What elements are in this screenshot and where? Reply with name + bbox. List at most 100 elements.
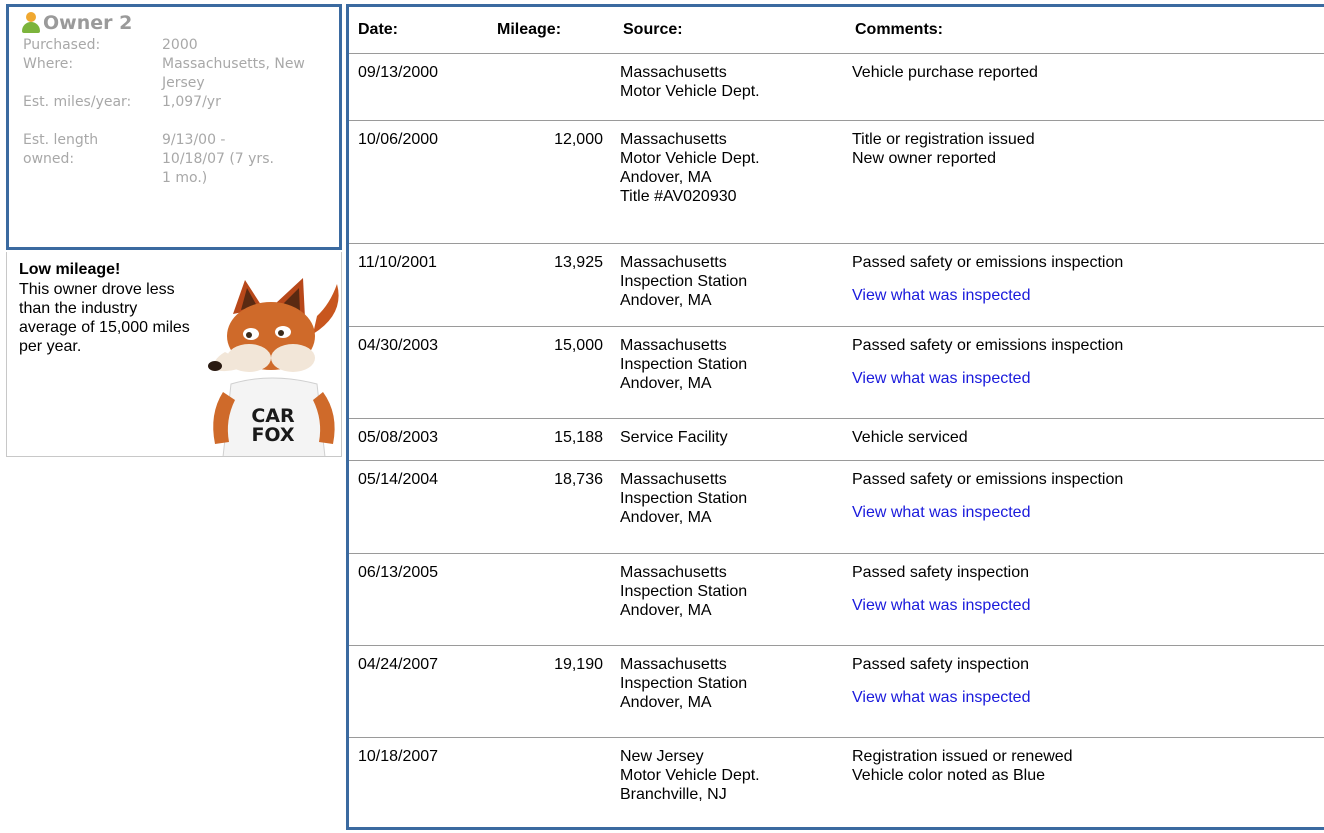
low-mileage-text: This owner drove less than the industry … [19, 281, 190, 355]
source-line: Andover, MA [620, 509, 712, 526]
cell-date: 04/24/2007 [358, 656, 439, 673]
cell-comments: Vehicle purchase reported [852, 63, 1322, 82]
cell-date: 06/13/2005 [358, 564, 439, 581]
source-line: Motor Vehicle Dept. [620, 83, 760, 100]
source-line: Inspection Station [620, 583, 748, 600]
low-mileage-box: Low mileage! This owner drove less than … [6, 252, 342, 457]
comment-line: Passed safety or emissions inspection [852, 337, 1124, 354]
source-line: Title #AV020930 [620, 188, 737, 205]
cell-source: Massachusetts Inspection Station Andover, … [620, 655, 830, 712]
cell-mileage: 12,000 [554, 131, 603, 148]
comment-line: Vehicle color noted as Blue [852, 767, 1046, 784]
table-row: 09/13/2000 Massachusetts Motor Vehicle Dep… [349, 53, 1324, 121]
table-row: 05/08/2003 15,188 Service Facility Vehicle … [349, 418, 1324, 461]
view-inspection-link[interactable]: View what was inspected [852, 503, 1322, 522]
header-comments: Comments: [855, 21, 944, 38]
view-inspection-link[interactable]: View what was inspected [852, 369, 1322, 388]
table-header: Date: Mileage: Source: Comments: [349, 7, 1324, 54]
purchased-value: 2000 [162, 37, 198, 53]
cell-source: Service Facility [620, 428, 830, 447]
source-line: Branchville, NJ [620, 786, 727, 803]
cell-date: 04/30/2003 [358, 337, 439, 354]
source-line: Massachusetts [620, 64, 727, 81]
source-line: Andover, MA [620, 694, 712, 711]
cell-mileage: 15,188 [554, 429, 603, 446]
source-line: Andover, MA [620, 292, 712, 309]
owner-header: Owner 2 [21, 11, 132, 35]
cell-mileage: 18,736 [554, 471, 603, 488]
source-line: Massachusetts [620, 656, 727, 673]
cell-mileage: 19,190 [554, 656, 603, 673]
cell-comments: Title or registration issued New owner re… [852, 130, 1322, 168]
header-date: Date: [358, 21, 399, 38]
table-row: 10/18/2007 New Jersey Motor Vehicle Dept. B… [349, 737, 1324, 833]
est-length-label: Est. length owned: [23, 132, 99, 167]
cell-date: 10/18/2007 [358, 748, 439, 765]
cell-mileage: 13,925 [554, 254, 603, 271]
source-line: Motor Vehicle Dept. [620, 767, 760, 784]
source-line: New Jersey [620, 748, 704, 765]
source-line: Massachusetts [620, 337, 727, 354]
purchased-label: Purchased: [23, 37, 101, 53]
cell-source: Massachusetts Inspection Station Andover, … [620, 253, 830, 310]
source-line: Massachusetts [620, 254, 727, 271]
cell-comments: Registration issued or renewed Vehicle co… [852, 747, 1322, 785]
cell-source: Massachusetts Motor Vehicle Dept. Andover,… [620, 130, 830, 206]
view-inspection-link[interactable]: View what was inspected [852, 688, 1322, 707]
header-mileage: Mileage: [497, 21, 562, 38]
view-inspection-link[interactable]: View what was inspected [852, 596, 1322, 615]
comment-line: Passed safety or emissions inspection [852, 471, 1124, 488]
comment-line: Passed safety inspection [852, 656, 1029, 673]
cell-comments: Passed safety inspection View what was in… [852, 655, 1322, 707]
est-miles-value: 1,097/yr [162, 94, 221, 110]
source-line: Inspection Station [620, 356, 748, 373]
cell-date: 05/08/2003 [358, 429, 439, 446]
est-miles-label: Est. miles/year: [23, 94, 132, 110]
cell-date: 10/06/2000 [358, 131, 439, 148]
cell-date: 05/14/2004 [358, 471, 439, 488]
comment-line: Title or registration issued [852, 131, 1035, 148]
comment-line: Vehicle serviced [852, 429, 968, 446]
source-line: Andover, MA [620, 602, 712, 619]
comment-line: Passed safety inspection [852, 564, 1029, 581]
cell-source: Massachusetts Inspection Station Andover, … [620, 470, 830, 527]
cell-source: Massachusetts Inspection Station Andover, … [620, 563, 830, 620]
table-row: 06/13/2005 Massachusetts Inspection Statio… [349, 553, 1324, 646]
owner-panel: Owner 2 Purchased: 2000 Where: Massachus… [6, 4, 342, 250]
table-row: 11/10/2001 13,925 Massachusetts Inspection … [349, 243, 1324, 327]
source-line: Massachusetts [620, 564, 727, 581]
cell-date: 09/13/2000 [358, 64, 439, 81]
svg-text:FOX: FOX [251, 424, 294, 446]
cell-source: Massachusetts Motor Vehicle Dept. [620, 63, 830, 101]
cell-mileage: 15,000 [554, 337, 603, 354]
owner-title: Owner 2 [43, 12, 133, 34]
cell-date: 11/10/2001 [358, 254, 437, 271]
header-source: Source: [623, 21, 683, 38]
table-row: 04/30/2003 15,000 Massachusetts Inspection … [349, 326, 1324, 419]
source-line: Andover, MA [620, 169, 712, 186]
source-line: Service Facility [620, 429, 728, 446]
cell-source: Massachusetts Inspection Station Andover, … [620, 336, 830, 393]
comment-line: Passed safety or emissions inspection [852, 254, 1124, 271]
carfox-mascot-icon: CAR FOX [208, 278, 339, 456]
cell-comments: Passed safety or emissions inspection Vie… [852, 336, 1322, 388]
est-length-value: 9/13/00 - 10/18/07 (7 yrs. 1 mo.) [162, 132, 274, 186]
source-line: Andover, MA [620, 375, 712, 392]
table-row: 10/06/2000 12,000 Massachusetts Motor Vehic… [349, 120, 1324, 244]
source-line: Massachusetts [620, 131, 727, 148]
comment-line: Vehicle purchase reported [852, 64, 1038, 81]
history-table: Date: Mileage: Source: Comments: 09/13/2… [346, 4, 1324, 830]
person-icon [21, 12, 41, 34]
source-line: Inspection Station [620, 490, 748, 507]
cell-comments: Passed safety or emissions inspection Vie… [852, 253, 1322, 305]
source-line: Massachusetts [620, 471, 727, 488]
source-line: Motor Vehicle Dept. [620, 150, 760, 167]
low-mileage-title: Low mileage! [19, 261, 121, 278]
table-row: 05/14/2004 18,736 Massachusetts Inspection … [349, 460, 1324, 554]
where-value: Massachusetts, New Jersey [162, 56, 305, 91]
table-row: 04/24/2007 19,190 Massachusetts Inspection … [349, 645, 1324, 738]
view-inspection-link[interactable]: View what was inspected [852, 286, 1322, 305]
comment-line: New owner reported [852, 150, 997, 167]
cell-comments: Vehicle serviced [852, 428, 1322, 447]
source-line: Inspection Station [620, 675, 748, 692]
